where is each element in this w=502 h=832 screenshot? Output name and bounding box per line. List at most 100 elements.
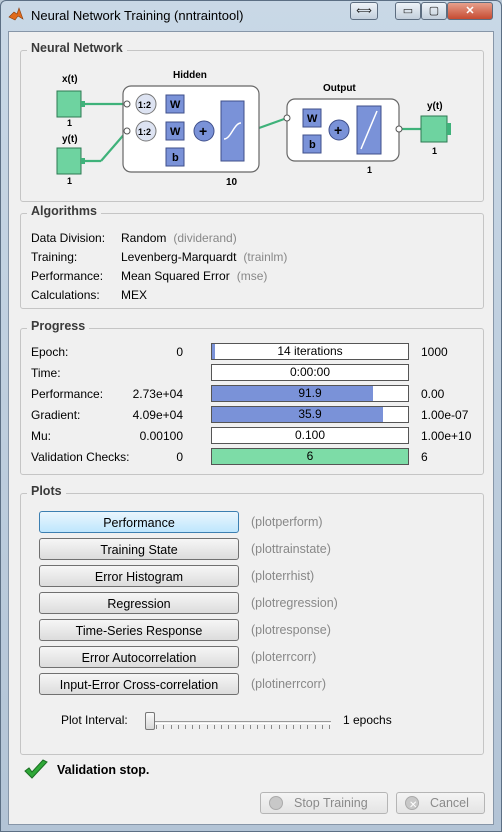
progress-bar: 35.9 <box>211 406 409 423</box>
progress-row: Time: 0:00:00 <box>31 364 475 381</box>
progress-row: Gradient: 4.09e+04 35.9 1.00e-07 <box>31 406 475 423</box>
plot-button-training-state[interactable]: Training State <box>39 538 239 560</box>
plot-function-name: (plotinerrcorr) <box>251 677 327 691</box>
plot-function-name: (plotresponse) <box>251 623 331 637</box>
algorithm-value: Mean Squared Error (mse) <box>121 269 268 283</box>
algorithm-label: Performance: <box>31 269 104 283</box>
progress-end-value: 6 <box>421 450 428 464</box>
slider-tick <box>278 725 280 729</box>
cancel-icon: ✕ <box>405 796 419 811</box>
progress-end-value: 1.00e-07 <box>421 408 469 422</box>
algorithms-panel-title: Algorithms <box>27 204 101 218</box>
plot-button-error-autocorrelation[interactable]: Error Autocorrelation <box>39 646 239 668</box>
checkmark-icon <box>24 759 48 779</box>
progress-row: Validation Checks: 0 6 6 <box>31 448 475 465</box>
plot-button-time-series-response[interactable]: Time-Series Response <box>39 619 239 641</box>
slider-tick <box>156 725 158 729</box>
hidden-sum-label: + <box>199 123 207 139</box>
neural-network-panel: Neural Network x(t) 1 y(t) 1 Hidden 1:2 … <box>20 41 484 202</box>
progress-end-value: 1000 <box>421 345 448 359</box>
progress-label: Performance: <box>31 387 104 401</box>
progress-row: Performance: 2.73e+04 91.9 0.00 <box>31 385 475 402</box>
close-button[interactable]: ✕ <box>447 2 493 20</box>
hidden-weight-1-label: W <box>170 99 181 111</box>
client-area: Neural Network x(t) 1 y(t) 1 Hidden 1:2 … <box>8 31 494 825</box>
progress-row: Mu: 0.00100 0.100 1.00e+10 <box>31 427 475 444</box>
plot-function-name: (plotregression) <box>251 596 338 610</box>
plot-button-regression[interactable]: Regression <box>39 592 239 614</box>
plot-interval-value: 1 epochs <box>343 713 392 727</box>
slider-tick <box>170 725 172 729</box>
algorithm-function: (mse) <box>236 269 268 283</box>
slider-tick <box>163 725 165 729</box>
progress-start-value: 4.09e+04 <box>132 408 183 422</box>
progress-bar-value: 6 <box>306 449 314 463</box>
plot-interval-slider[interactable] <box>145 712 335 732</box>
output-y-node <box>420 115 448 143</box>
slider-tick <box>285 725 287 729</box>
plot-button-performance[interactable]: Performance <box>39 511 239 533</box>
progress-panel: Progress Epoch: 0 14 iterations 1000 Time: 0:… <box>20 319 484 475</box>
plot-function-name: (plotperform) <box>251 515 323 529</box>
plot-button-error-histogram[interactable]: Error Histogram <box>39 565 239 587</box>
slider-tick <box>177 725 179 729</box>
slider-tick <box>300 725 302 729</box>
slider-tick <box>206 725 208 729</box>
progress-bar: 6 <box>211 448 409 465</box>
cancel-button[interactable]: ✕ Cancel <box>396 792 485 814</box>
plots-panel-title: Plots <box>27 484 66 498</box>
network-diagram: x(t) 1 y(t) 1 Hidden 1:2 1:2 W W b + 10 … <box>56 70 451 188</box>
algorithm-function: (trainlm) <box>243 250 288 264</box>
stop-training-button[interactable]: Stop Training <box>260 792 388 814</box>
algorithm-value: Random (dividerand) <box>121 231 237 245</box>
input-y-node <box>56 147 82 175</box>
progress-bar: 0.100 <box>211 427 409 444</box>
output-layer-title: Output <box>323 83 356 94</box>
hidden-bias-label: b <box>172 152 179 164</box>
slider-tick <box>199 725 201 729</box>
slider-tick <box>264 725 266 729</box>
progress-label: Gradient: <box>31 408 81 422</box>
hidden-weight-2-label: W <box>170 126 181 138</box>
output-layer-size: 1 <box>367 165 372 175</box>
restore-icon[interactable]: ⟺ <box>350 2 378 20</box>
progress-bar-value: 35.9 <box>298 407 322 421</box>
progress-bar: 0:00:00 <box>211 364 409 381</box>
minimize-button[interactable]: ▭ <box>395 2 421 20</box>
input-x-node <box>56 90 82 118</box>
plot-interval-thumb[interactable] <box>145 712 155 730</box>
progress-bar: 91.9 <box>211 385 409 402</box>
slider-tick <box>307 725 309 729</box>
slider-tick <box>242 725 244 729</box>
nntraintool-window: Neural Network Training (nntraintool) ⟺ … <box>0 0 502 832</box>
plot-function-name: (ploterrcorr) <box>251 650 317 664</box>
progress-start-value: 0.00100 <box>139 429 183 443</box>
maximize-button[interactable]: ▢ <box>421 2 447 20</box>
plots-panel: Plots Performance (plotperform) Training S… <box>20 484 484 755</box>
title-bar[interactable]: Neural Network Training (nntraintool) ⟺ … <box>1 1 501 29</box>
cancel-label: Cancel <box>430 796 469 810</box>
plot-interval-label: Plot Interval: <box>61 713 128 727</box>
slider-tick <box>321 725 323 729</box>
progress-label: Validation Checks: <box>31 450 130 464</box>
hidden-layer-title: Hidden <box>173 70 207 81</box>
slider-tick <box>249 725 251 729</box>
algorithm-value: MEX <box>121 288 148 302</box>
plot-button-input-error-cross-correlation[interactable]: Input-Error Cross-correlation <box>39 673 239 695</box>
slider-tick <box>271 725 273 729</box>
output-bias-label: b <box>309 139 316 151</box>
algorithm-label: Calculations: <box>31 288 100 302</box>
plot-function-name: (ploterrhist) <box>251 569 315 583</box>
algorithm-label: Training: <box>31 250 78 264</box>
status-message: Validation stop. <box>57 763 150 777</box>
window-title: Neural Network Training (nntraintool) <box>31 8 244 23</box>
progress-panel-title: Progress <box>27 319 90 333</box>
algorithms-panel: Algorithms Data Division: Random (dividera… <box>20 204 484 309</box>
progress-label: Mu: <box>31 429 52 443</box>
slider-tick <box>185 725 186 729</box>
slider-tick <box>235 725 237 729</box>
slider-tick <box>192 725 194 729</box>
slider-tick <box>293 725 294 729</box>
slider-tick <box>221 725 222 729</box>
progress-label: Time: <box>31 366 61 380</box>
